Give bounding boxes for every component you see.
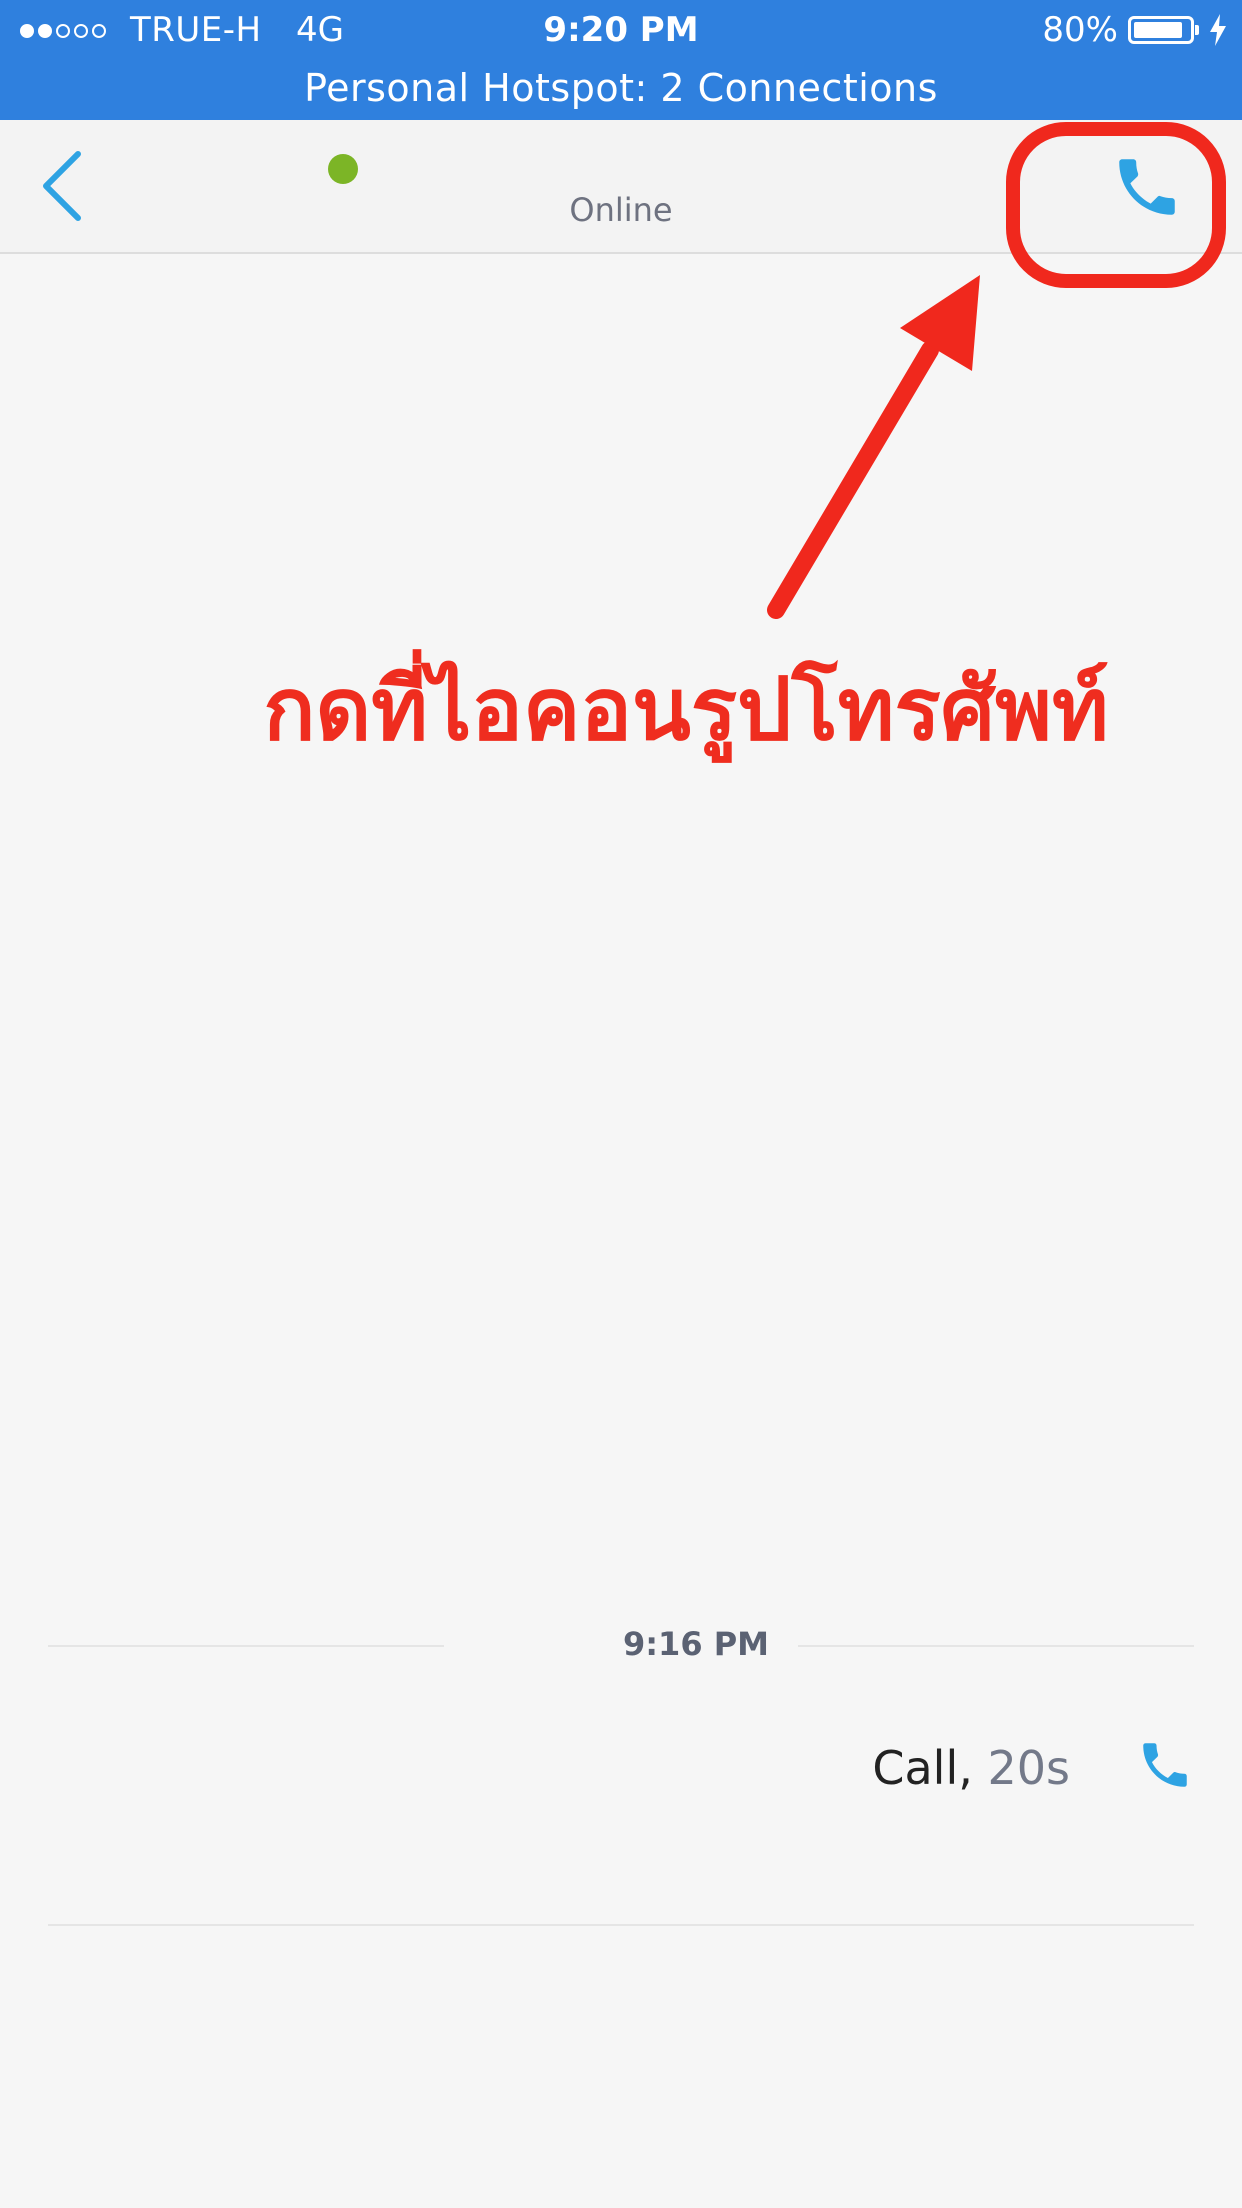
- status-row: TRUE-H 4G 9:20 PM 80%: [0, 0, 1242, 60]
- call-label: Call,: [872, 1741, 973, 1795]
- battery-fill: [1134, 22, 1182, 38]
- annotation-instruction: กดที่ไอคอนรูปโทรศัพท์: [263, 660, 1109, 760]
- status-bar: TRUE-H 4G 9:20 PM 80% Personal Hotspot: …: [0, 0, 1242, 120]
- call-entry-text: Call, 20s: [872, 1738, 1070, 1798]
- message-separator: [48, 1924, 1194, 1926]
- skype-chat-screen: TRUE-H 4G 9:20 PM 80% Personal Hotspot: …: [0, 0, 1242, 2208]
- call-history-entry[interactable]: Call, 20s: [0, 1732, 1242, 1802]
- divider-time: 9:16 PM: [622, 1625, 770, 1663]
- online-status-dot: [328, 154, 358, 184]
- hotspot-banner[interactable]: Personal Hotspot: 2 Connections: [0, 62, 1242, 114]
- time-divider: 9:16 PM: [48, 1620, 1194, 1670]
- battery-percent: 80%: [1042, 10, 1118, 50]
- annotation-highlight-ring: [1006, 122, 1226, 288]
- battery-icon: [1128, 16, 1199, 44]
- battery-nub: [1195, 25, 1199, 35]
- call-entry-phone-icon: [1143, 1743, 1187, 1787]
- call-duration: 20s: [987, 1741, 1071, 1795]
- charging-bolt-icon: [1210, 14, 1226, 46]
